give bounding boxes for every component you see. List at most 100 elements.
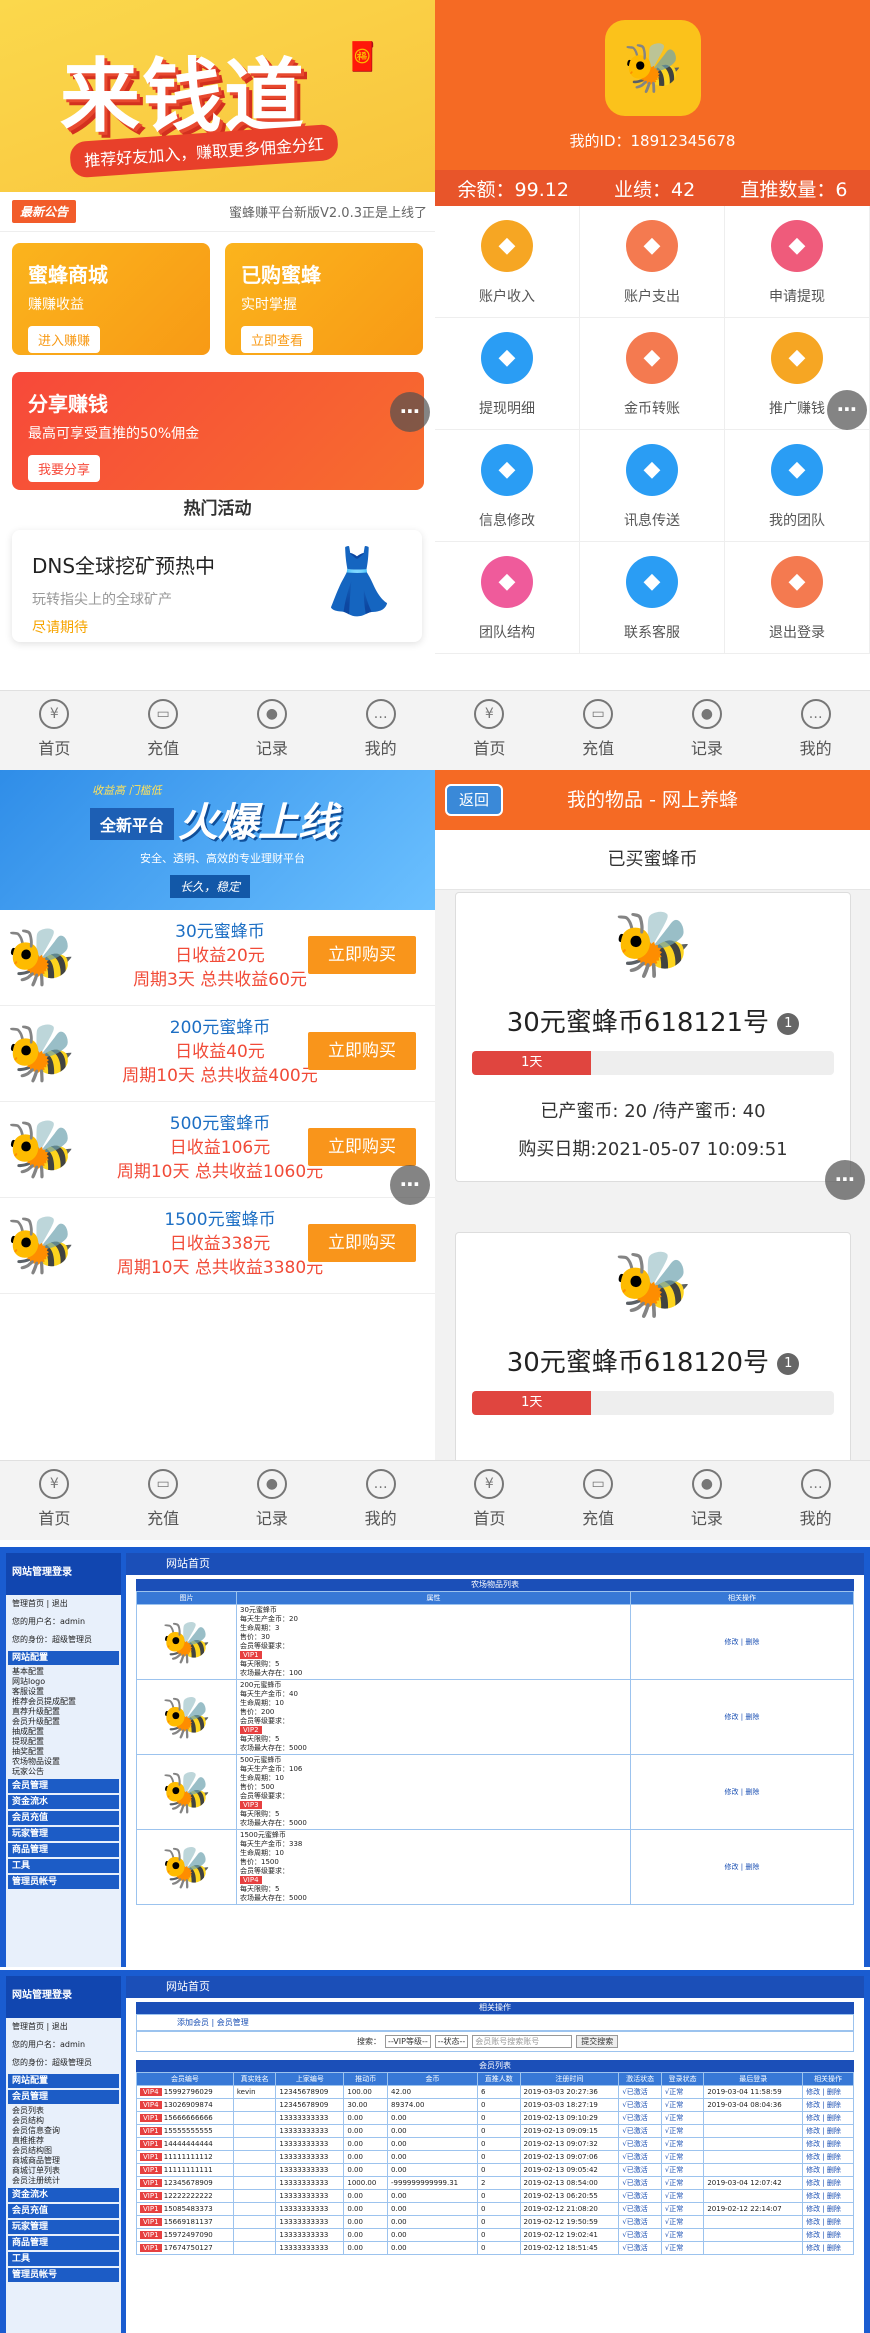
menu-section[interactable]: 资金流水 [8, 1795, 119, 1809]
grid-item[interactable]: ◆ 提现明细 [435, 318, 580, 430]
member-cell[interactable]: √正常 [660, 2124, 705, 2138]
row-ops[interactable]: 修改 | 删除 [802, 2150, 854, 2164]
member-cell[interactable]: √已激活 [618, 2111, 662, 2125]
tab-home[interactable]: ¥ 首页 [435, 1461, 544, 1540]
member-cell[interactable]: √正常 [660, 2241, 705, 2255]
menu-section[interactable]: 商品管理 [8, 2236, 119, 2250]
menu-link[interactable]: 会员结构 [6, 2116, 121, 2126]
row-ops[interactable]: 修改 | 删除 [802, 2215, 854, 2229]
menu-section[interactable]: 网站配置 [8, 1651, 119, 1665]
menu-link[interactable]: 直推推荐 [6, 2136, 121, 2146]
tab-mine[interactable]: … 我的 [761, 1461, 870, 1540]
buy-button[interactable]: 立即购买 [308, 1224, 416, 1262]
item-card[interactable]: 🐝 30元蜜蜂币618121号 1 1天 已产蜜币: 20 /待产蜜币: 40 … [455, 892, 851, 1182]
grid-item[interactable]: ◆ 金币转账 [580, 318, 725, 430]
row-ops[interactable]: 修改 | 删除 [802, 2124, 854, 2138]
goods-ops[interactable]: 修改 | 删除 [629, 1829, 855, 1905]
view-now-button[interactable]: 立即查看 [241, 326, 314, 353]
grid-item[interactable]: ◆ 账户收入 [435, 206, 580, 318]
member-cell[interactable]: √已激活 [618, 2189, 662, 2203]
menu-link[interactable]: 推荐会员提成配置 [6, 1697, 121, 1707]
menu-link[interactable]: 农场物品设置 [6, 1757, 121, 1767]
tab-recharge[interactable]: ▭ 充值 [544, 1461, 653, 1540]
row-ops[interactable]: 修改 | 删除 [802, 2085, 854, 2099]
goods-ops[interactable]: 修改 | 删除 [629, 1679, 855, 1755]
member-cell[interactable]: √正常 [660, 2202, 705, 2216]
menu-link[interactable]: 会员注册统计 [6, 2176, 121, 2186]
member-cell[interactable]: √已激活 [618, 2202, 662, 2216]
row-ops[interactable]: 修改 | 删除 [802, 2163, 854, 2177]
tab-mine[interactable]: … 我的 [761, 691, 870, 770]
menu-link[interactable]: 客服设置 [6, 1687, 121, 1697]
menu-section[interactable]: 资金流水 [8, 2188, 119, 2202]
member-cell[interactable]: √已激活 [618, 2215, 662, 2229]
menu-link[interactable]: 基本配置 [6, 1667, 121, 1677]
tab-records[interactable]: ● 记录 [218, 691, 327, 770]
tab-home[interactable]: ¥ 首页 [435, 691, 544, 770]
member-cell[interactable]: √正常 [660, 2163, 705, 2177]
menu-link[interactable]: 会员结构图 [6, 2146, 121, 2156]
member-cell[interactable]: √正常 [660, 2215, 705, 2229]
member-cell[interactable]: √已激活 [618, 2163, 662, 2177]
menu-link[interactable]: 会员列表 [6, 2106, 121, 2116]
member-cell[interactable]: √已激活 [618, 2124, 662, 2138]
member-cell[interactable]: √正常 [660, 2111, 705, 2125]
row-ops[interactable]: 修改 | 删除 [802, 2176, 854, 2190]
menu-section[interactable]: 网站配置 [8, 2074, 119, 2088]
grid-item[interactable]: ◆ 申请提现 [725, 206, 870, 318]
member-cell[interactable]: √正常 [660, 2189, 705, 2203]
card-shop[interactable]: 蜜蜂商城 赚赚收益 进入赚赚 [12, 243, 210, 355]
member-cell[interactable]: √已激活 [618, 2085, 662, 2099]
member-cell[interactable]: √正常 [660, 2150, 705, 2164]
menu-link[interactable]: 会员信息查询 [6, 2126, 121, 2136]
row-ops[interactable]: 修改 | 删除 [802, 2111, 854, 2125]
search-input[interactable]: 会员账号搜索账号 [472, 2035, 573, 2048]
member-cell[interactable]: √已激活 [618, 2137, 662, 2151]
member-cell[interactable]: √已激活 [618, 2241, 662, 2255]
goods-ops[interactable]: 修改 | 删除 [629, 1754, 855, 1830]
row-ops[interactable]: 修改 | 删除 [802, 2098, 854, 2112]
goods-ops[interactable]: 修改 | 删除 [629, 1604, 855, 1680]
more-icon[interactable]: ⋯ [390, 392, 430, 432]
tab-recharge[interactable]: ▭ 充值 [544, 691, 653, 770]
menu-link[interactable]: 提现配置 [6, 1737, 121, 1747]
product-row[interactable]: 🐝 200元蜜蜂币 日收益40元 周期10天 总共收益400元 立即购买 [0, 1006, 435, 1102]
menu-section[interactable]: 玩家管理 [8, 2220, 119, 2234]
vip-select[interactable]: --VIP等级-- [385, 2035, 431, 2048]
member-cell[interactable]: √已激活 [618, 2150, 662, 2164]
menu-section[interactable]: 会员充值 [8, 1811, 119, 1825]
tab-home[interactable]: ¥ 首页 [0, 1461, 109, 1540]
card-share[interactable]: 分享赚钱 最高可享受直推的50%佣金 我要分享 [12, 372, 424, 490]
product-row[interactable]: 🐝 500元蜜蜂币 日收益106元 周期10天 总共收益1060元 立即购买 [0, 1102, 435, 1198]
menu-section[interactable]: 会员管理 [8, 2090, 119, 2104]
back-button[interactable]: 返回 [445, 784, 504, 816]
menu-section[interactable]: 会员管理 [8, 1779, 119, 1793]
row-ops[interactable]: 修改 | 删除 [802, 2228, 854, 2242]
dns-card[interactable]: DNS全球挖矿预热中 玩转指尖上的全球矿产 尽请期待 👗 [12, 530, 422, 642]
grid-item[interactable]: ◆ 团队结构 [435, 542, 580, 654]
member-cell[interactable]: √正常 [660, 2228, 705, 2242]
menu-link[interactable]: 会员升级配置 [6, 1717, 121, 1727]
more-icon[interactable]: ⋯ [827, 390, 867, 430]
row-ops[interactable]: 修改 | 删除 [802, 2241, 854, 2255]
tab-records[interactable]: ● 记录 [218, 1461, 327, 1540]
grid-item[interactable]: ◆ 讯息传送 [580, 430, 725, 542]
more-icon[interactable]: ⋯ [390, 1165, 430, 1205]
share-button[interactable]: 我要分享 [28, 455, 101, 482]
item-card[interactable]: 🐝 30元蜜蜂币618120号 1 1天 [455, 1232, 851, 1460]
grid-item[interactable]: ◆ 信息修改 [435, 430, 580, 542]
status-select[interactable]: --状态-- [434, 2035, 469, 2048]
enter-shop-button[interactable]: 进入赚赚 [28, 326, 101, 353]
row-ops[interactable]: 修改 | 删除 [802, 2137, 854, 2151]
menu-section[interactable]: 玩家管理 [8, 1827, 119, 1841]
menu-section[interactable]: 工具 [8, 1859, 119, 1873]
menu-link[interactable]: 网站logo [6, 1677, 121, 1687]
member-cell[interactable]: √已激活 [618, 2176, 662, 2190]
product-row[interactable]: 🐝 1500元蜜蜂币 日收益338元 周期10天 总共收益3380元 立即购买 [0, 1198, 435, 1294]
menu-section[interactable]: 管理员帐号 [8, 2268, 119, 2282]
menu-link[interactable]: 直荐升级配置 [6, 1707, 121, 1717]
member-links[interactable]: 添加会员 | 会员管理 [136, 2014, 854, 2031]
buy-button[interactable]: 立即购买 [308, 1128, 416, 1166]
tab-mine[interactable]: … 我的 [326, 1461, 435, 1540]
menu-link[interactable]: 抽奖配置 [6, 1747, 121, 1757]
